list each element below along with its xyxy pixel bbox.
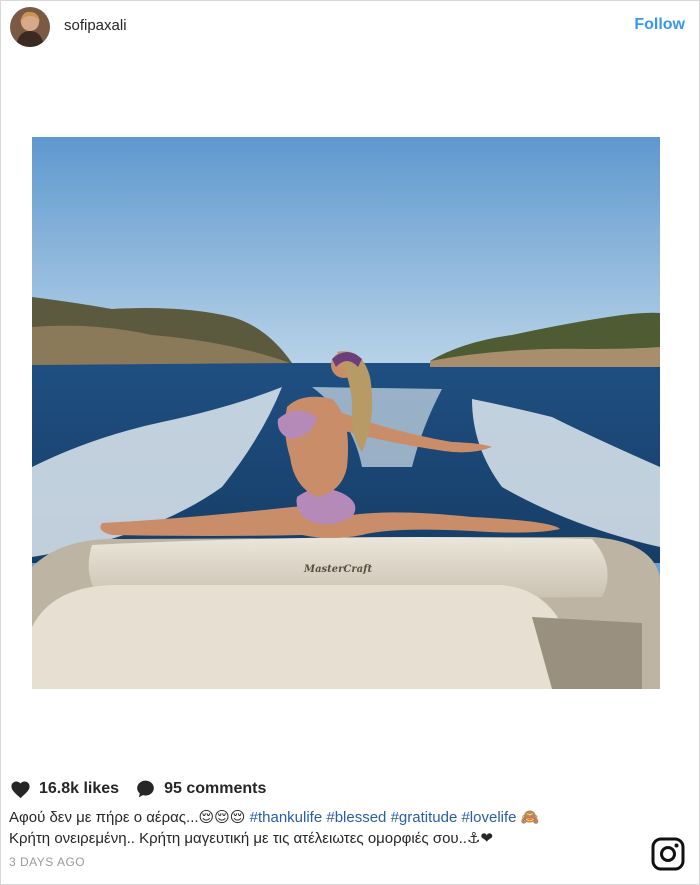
likes-count: 16.8k likes bbox=[39, 780, 120, 797]
hashtag-link[interactable]: #thankulife bbox=[250, 809, 323, 826]
avatar[interactable] bbox=[10, 7, 50, 47]
caption-text: Αφού δεν με πήρε ο αέρας...😌😌😌 bbox=[9, 809, 246, 826]
hashtag-link[interactable]: #blessed bbox=[326, 809, 386, 826]
post-actions: 16.8k likes 95 comments bbox=[10, 778, 282, 800]
post-caption: Αφού δεν με πήρε ο αέρας...😌😌😌 #thankuli… bbox=[9, 807, 629, 849]
like-button[interactable]: 16.8k likes bbox=[10, 780, 119, 799]
post-timestamp: 3 DAYS AGO bbox=[9, 855, 86, 869]
comment-icon bbox=[137, 780, 154, 798]
caption-line-2: Κρήτη ονειρεμένη.. Κρήτη μαγευτική με τι… bbox=[9, 830, 493, 847]
comments-button[interactable]: 95 comments bbox=[135, 779, 266, 799]
instagram-logo-icon[interactable] bbox=[651, 837, 685, 876]
follow-button[interactable]: Follow bbox=[634, 16, 685, 34]
hashtag-link[interactable]: #gratitude bbox=[391, 809, 458, 826]
username[interactable]: sofipaxali bbox=[64, 17, 127, 34]
heart-icon bbox=[11, 781, 30, 798]
hashtag-link[interactable]: #lovelife bbox=[461, 809, 516, 826]
comments-count: 95 comments bbox=[164, 780, 267, 797]
post-card: sofipaxali Follow MasterCraft 16.8k like… bbox=[0, 0, 700, 885]
post-photo[interactable]: MasterCraft bbox=[32, 137, 660, 689]
caption-emoji: 🙈 bbox=[520, 809, 540, 826]
caption-line-1: Αφού δεν με πήρε ο αέρας...😌😌😌 #thankuli… bbox=[9, 807, 629, 828]
boat-brand-label: MasterCraft bbox=[303, 564, 372, 575]
